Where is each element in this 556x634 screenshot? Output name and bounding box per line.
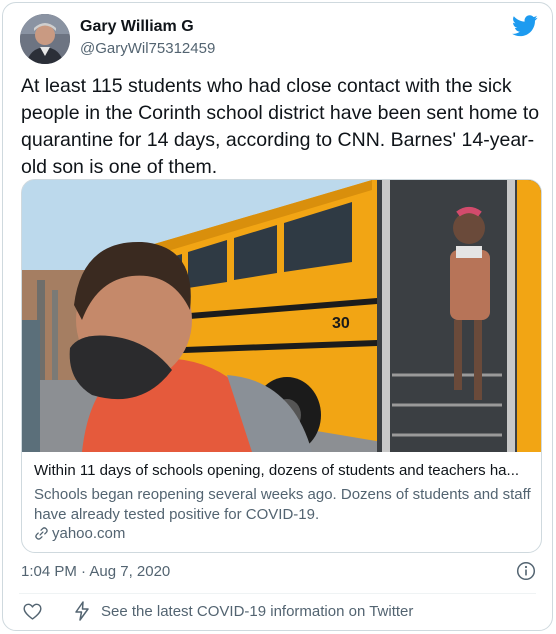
- covid-info-link-text[interactable]: See the latest COVID-19 information on T…: [101, 603, 413, 620]
- author-handle[interactable]: @GaryWil75312459: [80, 40, 215, 57]
- author-name[interactable]: Gary William G: [80, 18, 194, 36]
- author-avatar[interactable]: [20, 14, 70, 64]
- link-domain[interactable]: yahoo.com: [34, 525, 125, 542]
- link-preview-card[interactable]: 30 Within 11 days of schools opening, do…: [21, 179, 542, 553]
- link-description: Schools began reopening several weeks ag…: [34, 486, 531, 523]
- footer-divider: [19, 593, 536, 594]
- tweet-text: At least 115 students who had close cont…: [21, 75, 540, 178]
- tweet-timestamp[interactable]: 1:04 PM · Aug 7, 2020: [21, 563, 170, 580]
- link-domain-text[interactable]: yahoo.com: [52, 525, 125, 542]
- bus-number: 30: [332, 315, 350, 332]
- heart-icon[interactable]: [22, 601, 43, 622]
- covid-info-link[interactable]: See the latest COVID-19 information on T…: [73, 601, 413, 621]
- twitter-bird-icon[interactable]: [512, 15, 538, 37]
- link-preview-image[interactable]: 30: [22, 180, 542, 452]
- lightning-bolt-icon: [75, 601, 89, 621]
- link-title[interactable]: Within 11 days of schools opening, dozen…: [34, 462, 529, 479]
- tweet-card[interactable]: Gary William G @GaryWil75312459 At least…: [2, 2, 553, 631]
- info-icon[interactable]: [516, 561, 536, 581]
- link-icon: [35, 527, 48, 540]
